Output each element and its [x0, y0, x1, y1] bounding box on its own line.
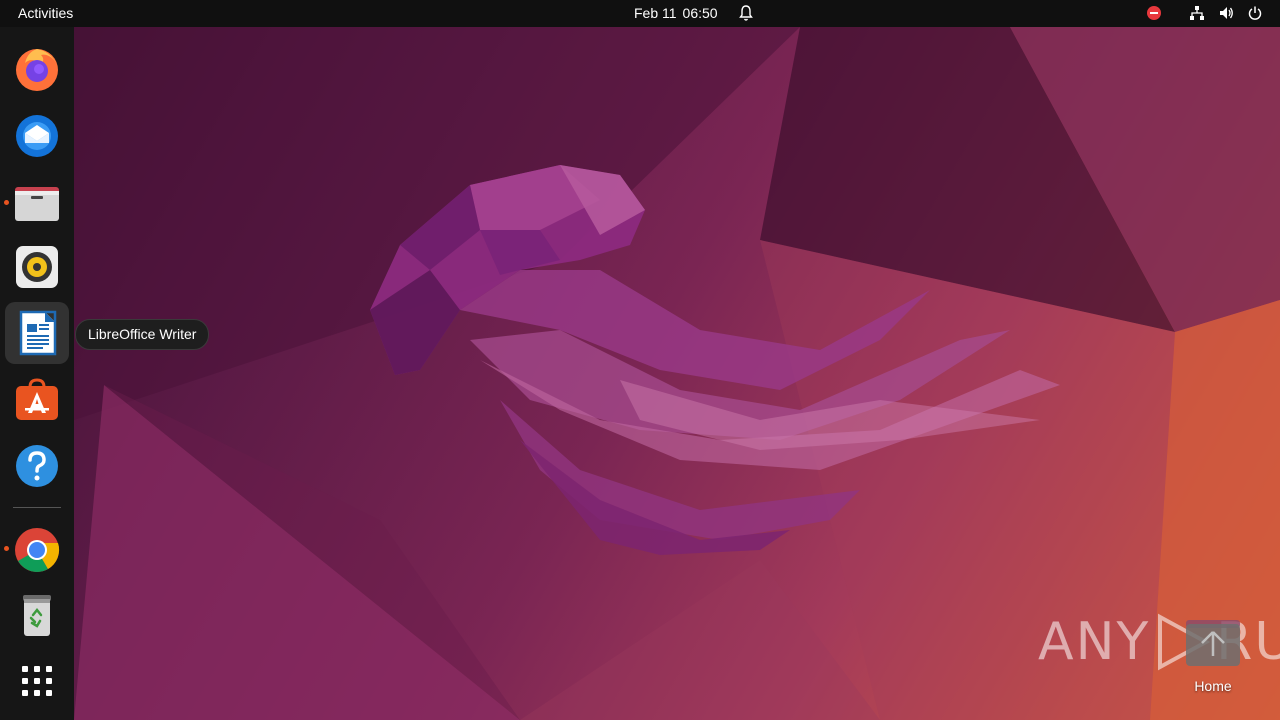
time-label: 06:50 [682, 5, 718, 21]
top-bar: Activities Feb 11 06:50 [0, 0, 1280, 27]
dock [0, 27, 74, 720]
help-icon [16, 445, 58, 487]
libreoffice-writer-icon [19, 310, 57, 356]
files-icon [15, 187, 59, 221]
ubuntu-software-icon [16, 378, 58, 420]
dock-item-show-applications[interactable] [5, 650, 69, 712]
dock-item-ubuntu-software[interactable] [5, 368, 69, 430]
network-icon[interactable] [1189, 4, 1205, 22]
dock-item-help[interactable] [5, 434, 69, 496]
dock-item-chrome[interactable] [5, 518, 69, 580]
dock-item-trash[interactable] [5, 584, 69, 646]
dock-tooltip: LibreOffice Writer [75, 319, 210, 350]
firefox-icon [16, 49, 58, 91]
notification-bell-icon[interactable] [738, 4, 754, 22]
clock[interactable]: Feb 11 06:50 [634, 5, 718, 21]
chrome-running-indicator [4, 546, 9, 551]
home-folder-icon[interactable] [1184, 618, 1242, 668]
activities-button[interactable]: Activities [18, 5, 73, 21]
power-icon[interactable] [1247, 4, 1263, 22]
files-running-indicator [4, 200, 9, 205]
dock-separator [13, 507, 61, 508]
do-not-disturb-icon[interactable] [1146, 4, 1162, 22]
dock-item-libreoffice-writer[interactable] [5, 302, 69, 364]
watermark-text-left: ANY [1038, 612, 1151, 672]
anyrun-watermark: ANY RUN [1038, 612, 1280, 672]
home-folder-label[interactable]: Home [1166, 678, 1260, 694]
dock-item-firefox[interactable] [5, 38, 69, 100]
thunderbird-icon [16, 115, 58, 157]
dock-item-rhythmbox[interactable] [5, 236, 69, 298]
trash-icon [23, 595, 51, 636]
dock-item-thunderbird[interactable] [5, 104, 69, 166]
date-label: Feb 11 [634, 5, 677, 21]
dock-item-files[interactable] [5, 170, 69, 232]
volume-icon[interactable] [1218, 4, 1234, 22]
rhythmbox-icon [16, 246, 58, 288]
apps-grid-icon [22, 666, 52, 696]
chrome-icon [15, 528, 60, 572]
